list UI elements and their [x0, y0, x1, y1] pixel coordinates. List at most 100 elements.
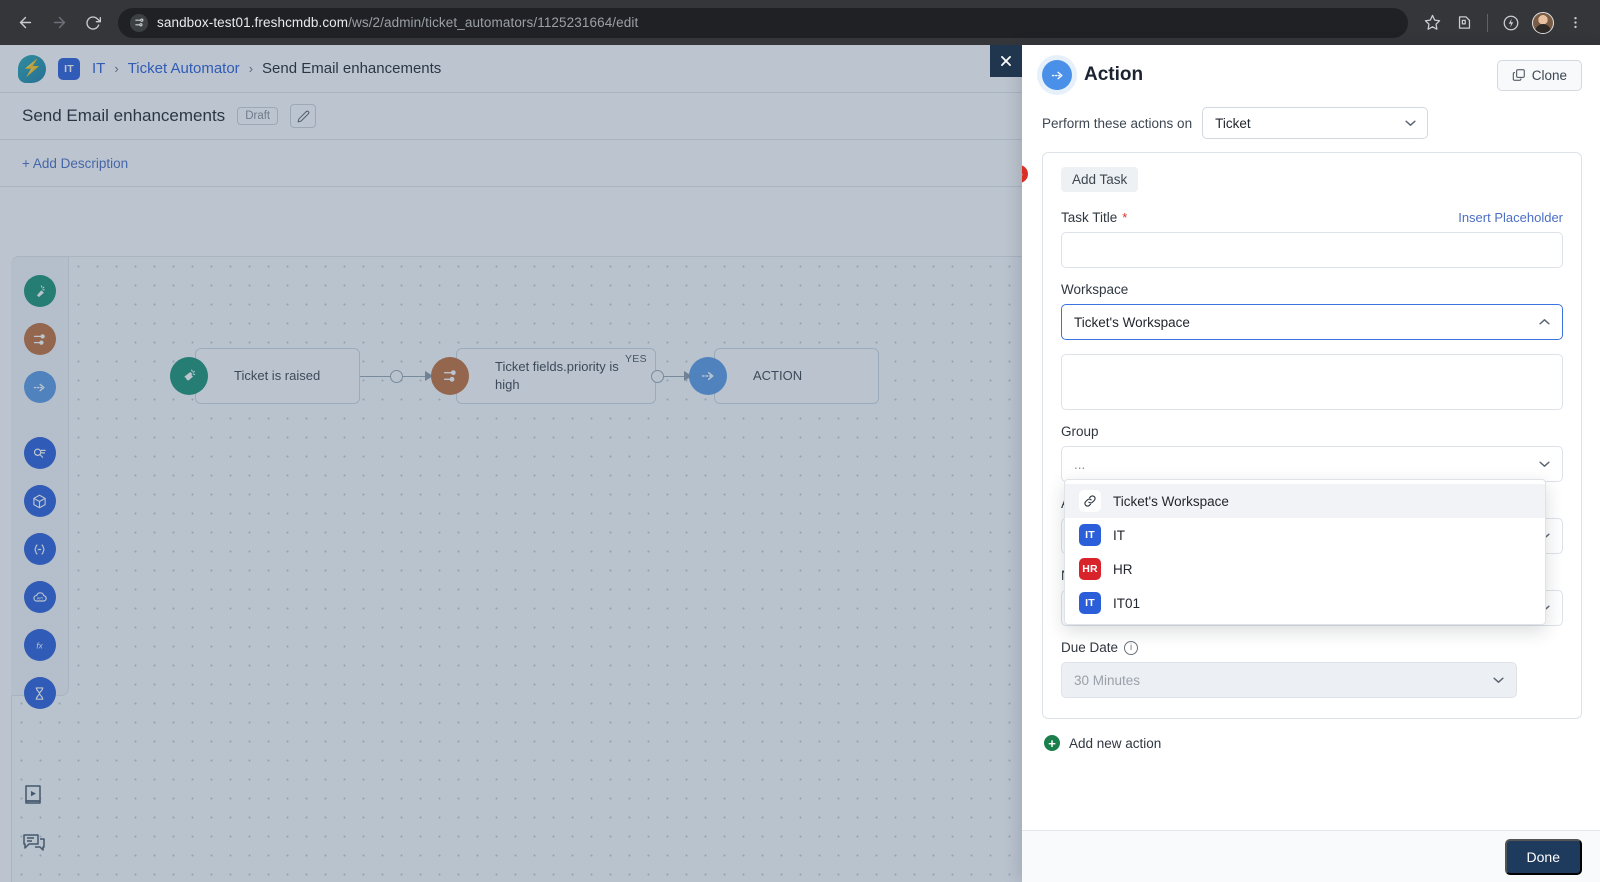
action-icon	[1042, 60, 1072, 90]
workspace-option-label: HR	[1113, 561, 1133, 577]
chevron-down-icon	[1539, 461, 1550, 468]
freshworks-logo[interactable]: ⚡	[18, 54, 46, 83]
task-title-label: Task Title	[1061, 210, 1118, 225]
group-field: Group ...	[1061, 424, 1563, 482]
hr-workspace-badge: HR	[1079, 558, 1101, 580]
chat-support-icon[interactable]	[22, 830, 48, 856]
task-description-field	[1061, 354, 1563, 410]
chevron-down-icon	[1405, 120, 1416, 127]
copy-icon	[1512, 69, 1525, 81]
flow-node-trigger[interactable]: Ticket is raised	[170, 348, 360, 404]
trigger-icon	[170, 357, 208, 395]
workspace-dropdown-menu[interactable]: Ticket's Workspace IT IT HR HR IT IT01	[1064, 479, 1546, 625]
connector-dot-1[interactable]	[390, 370, 403, 383]
group-select[interactable]: ...	[1061, 446, 1563, 482]
flow-node-label: ACTION	[753, 368, 803, 384]
object-select-value: Ticket	[1215, 115, 1251, 131]
add-task-chip[interactable]: Add Task	[1061, 167, 1139, 192]
add-new-action-label: Add new action	[1069, 735, 1162, 751]
add-description-link[interactable]: + Add Description	[22, 156, 128, 171]
group-label: Group	[1061, 424, 1099, 439]
svg-text:API: API	[36, 596, 42, 601]
breadcrumb-separator: ›	[114, 61, 119, 76]
workspace-select-value: Ticket's Workspace	[1074, 314, 1190, 330]
done-button[interactable]: Done	[1504, 838, 1582, 875]
workspace-option-label: Ticket's Workspace	[1113, 493, 1229, 509]
close-icon[interactable]	[990, 45, 1022, 77]
breadcrumb-separator: ›	[248, 61, 254, 76]
avatar-icon[interactable]	[1529, 9, 1557, 37]
tutorial-book-icon[interactable]	[22, 782, 48, 808]
site-settings-icon[interactable]	[130, 13, 148, 32]
timer-icon[interactable]	[23, 677, 56, 709]
trigger-icon[interactable]	[23, 275, 56, 307]
three-dot-menu-icon[interactable]	[1561, 9, 1589, 37]
due-date-field: Due Date i 30 Minutes	[1061, 640, 1563, 698]
plus-circle-icon: +	[1044, 735, 1060, 751]
workspace-option-label: IT	[1113, 527, 1125, 543]
task-title-field: Task Title * Insert Placeholder	[1061, 210, 1563, 268]
breadcrumb-item-1[interactable]: IT	[92, 60, 105, 77]
toolbar-divider	[1487, 13, 1488, 32]
task-description-input[interactable]	[1061, 354, 1563, 410]
api-cloud-icon[interactable]: API	[23, 581, 56, 613]
workspace-select[interactable]: Ticket's Workspace	[1061, 304, 1563, 340]
breadcrumb-item-3: Send Email enhancements	[262, 60, 442, 77]
star-icon[interactable]	[1418, 9, 1446, 37]
branch-label-yes: YES	[625, 353, 647, 365]
flow-node-action[interactable]: ACTION	[689, 348, 879, 404]
action-side-panel: Action Clone Perform these actions on Ti…	[990, 45, 1600, 882]
add-new-action-button[interactable]: + Add new action	[1042, 719, 1582, 751]
pencil-icon[interactable]	[290, 104, 317, 128]
remove-circle-icon[interactable]: −	[1022, 165, 1028, 183]
node-palette-rail: API fx	[11, 256, 69, 709]
panel-body: − Add Task Task Title * Insert Placehold…	[1022, 152, 1600, 830]
url-text: sandbox-test01.freshcmdb.com/ws/2/admin/…	[157, 15, 639, 30]
action-icon	[689, 357, 727, 395]
connector-dot-2[interactable]	[651, 370, 664, 383]
due-date-label: Due Date	[1061, 640, 1119, 655]
address-bar[interactable]: sandbox-test01.freshcmdb.com/ws/2/admin/…	[118, 7, 1408, 38]
info-icon[interactable]: i	[1124, 640, 1139, 655]
object-select[interactable]: Ticket	[1202, 107, 1429, 139]
breadcrumb-item-2[interactable]: Ticket Automator	[128, 60, 240, 77]
workspace-option-1[interactable]: Ticket's Workspace	[1065, 484, 1545, 518]
svg-text:fx: fx	[36, 641, 43, 650]
insert-placeholder-link[interactable]: Insert Placeholder	[1458, 210, 1563, 225]
workspace-option-2[interactable]: IT IT	[1065, 518, 1545, 552]
panel-title: Action	[1084, 64, 1144, 85]
clone-button[interactable]: Clone	[1496, 59, 1582, 91]
workspace-badge: IT	[58, 57, 80, 80]
workspace-option-label: IT01	[1113, 595, 1141, 611]
condition-icon	[431, 357, 469, 395]
chevron-up-icon	[1539, 319, 1550, 326]
it01-workspace-badge: IT	[1079, 592, 1101, 614]
workspace-option-4[interactable]: IT IT01	[1065, 586, 1545, 620]
back-arrow-icon[interactable]	[10, 8, 40, 38]
reader-icon[interactable]	[23, 437, 56, 469]
chevron-down-icon	[1493, 677, 1504, 684]
rail-bottom-icons	[22, 782, 48, 856]
function-icon[interactable]: fx	[23, 629, 56, 661]
due-date-select: 30 Minutes	[1061, 662, 1517, 698]
page-title: Send Email enhancements	[22, 106, 226, 125]
cube-icon[interactable]	[23, 485, 56, 517]
extensions-icon[interactable]	[1450, 9, 1478, 37]
task-title-input[interactable]	[1061, 232, 1563, 268]
action-icon[interactable]	[23, 371, 56, 403]
forward-arrow-icon[interactable]	[44, 8, 74, 38]
link-icon	[1079, 490, 1101, 512]
group-select-value: ...	[1074, 456, 1086, 472]
task-action-card: − Add Task Task Title * Insert Placehold…	[1022, 152, 1582, 719]
reload-icon[interactable]	[78, 8, 108, 38]
condition-icon[interactable]	[23, 323, 56, 355]
breadcrumb: IT › Ticket Automator › Send Email enhanceme…	[92, 60, 441, 77]
perform-actions-row: Perform these actions on Ticket	[1022, 105, 1600, 152]
lighthouse-icon[interactable]	[1497, 9, 1525, 37]
status-badge: Draft	[237, 107, 279, 125]
workspace-option-3[interactable]: HR HR	[1065, 552, 1545, 586]
browser-toolbar: sandbox-test01.freshcmdb.com/ws/2/admin/…	[0, 0, 1600, 45]
clone-label: Clone	[1531, 67, 1567, 83]
range-icon[interactable]	[23, 533, 56, 565]
perform-actions-label: Perform these actions on	[1042, 115, 1193, 131]
